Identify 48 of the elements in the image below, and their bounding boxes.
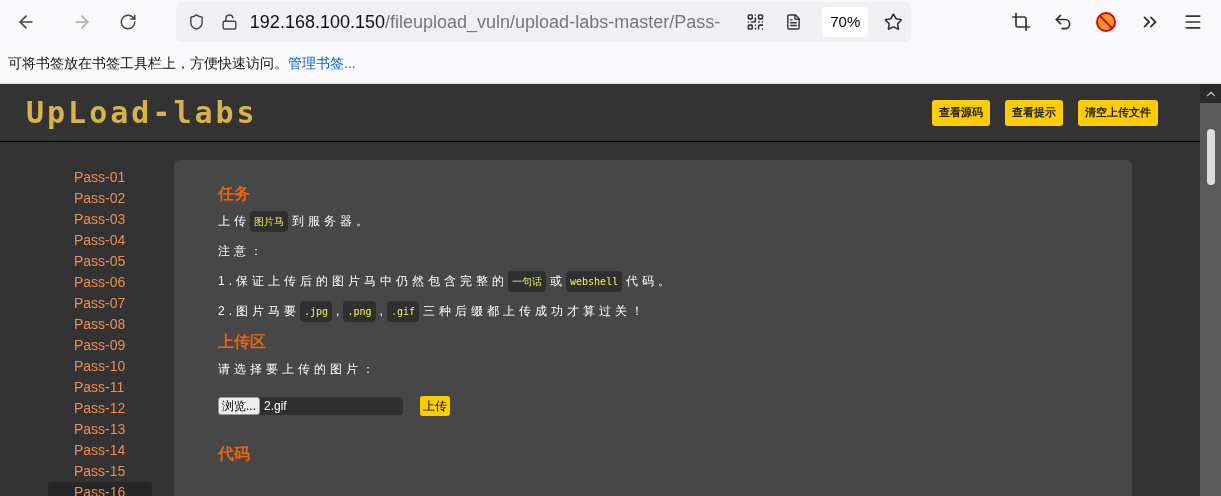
qr-code-icon[interactable] (746, 12, 766, 32)
scrollbar[interactable] (1200, 84, 1221, 496)
task-text: 注意： (218, 243, 267, 260)
pass-link[interactable]: Pass-12 (48, 398, 152, 419)
address-bar[interactable]: 192.168.100.150/fileupload_vuln/upload-labs-master/Pass- 70% (176, 2, 911, 42)
task-text: 1.保证上传后的图片马中仍然包含完整的 一句话 或 webshell 代码。 (218, 266, 1132, 296)
pass-link[interactable]: Pass-13 (48, 419, 152, 440)
section-title: 任务 (218, 184, 251, 204)
crop-icon[interactable] (1011, 12, 1031, 32)
upload-prompt: 请选择要上传的图片： (218, 361, 379, 378)
header-button[interactable]: 清空上传文件 (1078, 99, 1158, 126)
url-text: 192.168.100.150/fileupload_vuln/upload-labs-master/Pass- (249, 10, 722, 35)
logo: UpLoad-labs (26, 94, 258, 132)
manage-bookmarks-link[interactable]: 管理书签... (288, 53, 356, 74)
section-title: 上传区 (218, 332, 267, 352)
pass-link[interactable]: Pass-11 (48, 377, 152, 398)
task-text: 上传 图片马 到服务器。 (218, 206, 1132, 236)
upload-button[interactable]: 上传 (420, 396, 450, 416)
reload-icon (119, 13, 137, 31)
reader-view-icon[interactable] (785, 13, 803, 31)
pass-link[interactable]: Pass-01 (48, 167, 152, 188)
pass-link[interactable]: Pass-15 (48, 461, 152, 482)
pass-link[interactable]: Pass-08 (48, 314, 152, 335)
browse-button[interactable]: 浏览... (218, 397, 260, 415)
menu-icon[interactable] (1183, 12, 1203, 32)
file-name: 2.gif (264, 398, 287, 415)
section-title: 代码 (218, 444, 251, 464)
scroll-thumb[interactable] (1206, 129, 1215, 185)
extension-icon[interactable] (1095, 11, 1117, 33)
task-text: 2.图片马要 .jpg , .png , .gif 三种后缀都上传成功才算过关！ (218, 296, 1132, 326)
star-icon[interactable] (884, 12, 904, 32)
pass-link[interactable]: Pass-02 (48, 188, 152, 209)
zoom-level[interactable]: 70% (822, 6, 869, 38)
file-input[interactable]: 浏览... 2.gif (218, 397, 403, 415)
undo-arrow-icon[interactable] (1053, 12, 1073, 32)
bookmark-hint: 可将书签放在书签工具栏上，方便快速访问。 (8, 54, 288, 73)
lock-icon (220, 13, 238, 31)
header-button[interactable]: 查看提示 (1005, 99, 1063, 126)
pass-link[interactable]: Pass-14 (48, 440, 152, 461)
pass-link[interactable]: Pass-04 (48, 230, 152, 251)
header-button[interactable]: 查看源码 (932, 99, 990, 126)
pass-link[interactable]: Pass-09 (48, 335, 152, 356)
shield-icon (188, 13, 205, 31)
pass-link[interactable]: Pass-07 (48, 293, 152, 314)
pass-link[interactable]: Pass-05 (48, 251, 152, 272)
pass-link[interactable]: Pass-10 (48, 356, 152, 377)
pass-link[interactable]: Pass-03 (48, 209, 152, 230)
pass-link[interactable]: Pass-06 (48, 272, 152, 293)
